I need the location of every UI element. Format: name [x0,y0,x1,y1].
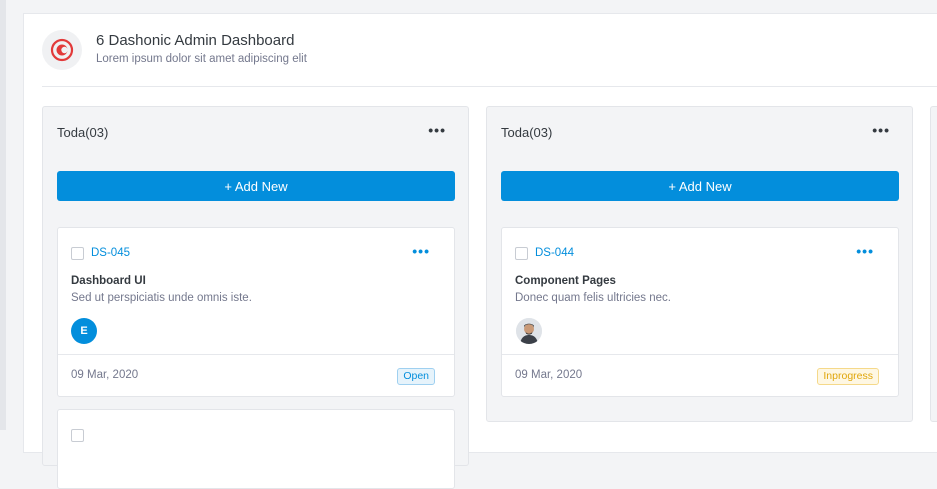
project-card: 6 Dashonic Admin Dashboard Lorem ipsum d… [23,13,937,489]
task-divider [502,354,898,355]
add-new-button[interactable]: + Add New [501,171,899,201]
user-avatar[interactable] [516,318,542,344]
task-id-link[interactable]: DS-044 [535,247,574,259]
left-rail [0,0,6,430]
project-subtitle: Lorem ipsum dolor sit amet adipiscing el… [96,53,307,65]
logo-icon [42,30,82,70]
task-menu-icon[interactable]: ••• [412,243,430,259]
task-date: 09 Mar, 2020 [71,369,139,381]
task-id-link[interactable]: DS-045 [91,247,130,259]
task-divider [58,354,454,355]
task-checkbox[interactable] [71,429,84,442]
status-badge: Open [397,368,435,385]
kanban-column-3 [930,106,937,422]
task-date: 09 Mar, 2020 [515,369,583,381]
task-name: Dashboard UI [71,275,146,287]
task-description: Sed ut perspiciatis unde omnis iste. [71,292,252,304]
task-menu-icon[interactable]: ••• [856,243,874,259]
task-name: Component Pages [515,275,616,287]
header-divider [42,86,937,87]
task-card[interactable]: DS-044 ••• Component Pages Donec quam fe… [501,227,899,397]
column-menu-icon[interactable]: ••• [872,122,890,138]
task-card[interactable]: DS-045 ••• Dashboard UI Sed ut perspicia… [57,227,455,397]
task-checkbox[interactable] [515,247,528,260]
page: 6 Dashonic Admin Dashboard Lorem ipsum d… [0,0,937,489]
column-menu-icon[interactable]: ••• [428,122,446,138]
project-header: 6 Dashonic Admin Dashboard Lorem ipsum d… [42,28,937,84]
task-card-partial[interactable] [57,409,455,489]
task-description: Donec quam felis ultricies nec. [515,292,671,304]
kanban-column-2: Toda(03) ••• + Add New DS-044 ••• Compon… [486,106,913,422]
status-badge: Inprogress [817,368,879,385]
kanban-column-1: Toda(03) ••• + Add New DS-045 ••• Dashbo… [42,106,469,489]
column-title: Toda(03) [57,125,109,140]
project-title: 6 Dashonic Admin Dashboard [96,32,295,49]
column-title: Toda(03) [501,125,553,140]
avatar[interactable]: E [71,318,97,344]
add-new-button[interactable]: + Add New [57,171,455,201]
task-checkbox[interactable] [71,247,84,260]
